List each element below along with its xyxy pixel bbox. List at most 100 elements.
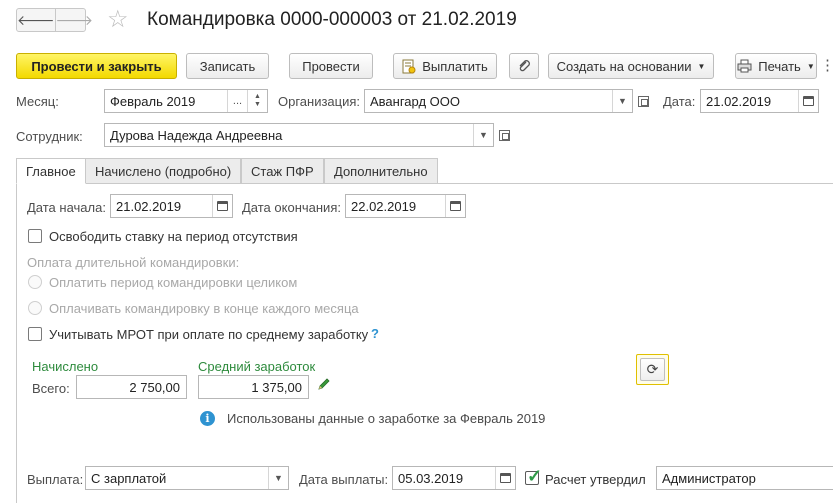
caret-down-icon: ▼	[806, 61, 815, 71]
organization-field[interactable]: Авангард ООО ▼	[364, 89, 633, 113]
payment-dropdown-button[interactable]: ▼	[268, 467, 288, 489]
organization-dropdown-button[interactable]: ▼	[612, 90, 632, 112]
pay-button[interactable]: Выплатить	[393, 53, 497, 79]
open-icon	[498, 129, 510, 141]
chevron-down-icon: ▼	[254, 101, 261, 108]
start-date-label: Дата начала:	[27, 200, 106, 215]
refresh-button-frame: ⟳	[636, 354, 669, 385]
end-date-calendar-button[interactable]	[445, 195, 465, 217]
mrot-checkbox[interactable]	[28, 327, 42, 341]
pay-whole-period-radio[interactable]	[28, 275, 42, 289]
calendar-icon	[500, 473, 511, 483]
organization-value: Авангард ООО	[370, 93, 460, 109]
start-date-calendar-button[interactable]	[212, 195, 232, 217]
tab-main[interactable]: Главное	[16, 158, 86, 184]
date-calendar-button[interactable]	[798, 90, 818, 112]
info-text: Использованы данные о заработке за Февра…	[227, 411, 546, 426]
attach-button[interactable]	[509, 53, 539, 79]
chevron-down-icon: ▼	[618, 96, 627, 106]
payment-date-value: 05.03.2019	[398, 470, 464, 486]
calendar-icon	[803, 96, 814, 106]
arrow-right-icon: 🡒	[55, 11, 94, 28]
start-date-value: 21.02.2019	[116, 198, 182, 214]
employee-field[interactable]: Дурова Надежда Андреевна ▼	[104, 123, 494, 147]
more-menu-icon[interactable]: ⋮	[820, 56, 833, 74]
employee-label: Сотрудник:	[16, 129, 83, 144]
employee-value: Дурова Надежда Андреевна	[110, 127, 283, 143]
create-based-on-label: Создать на основании	[556, 58, 692, 74]
tab-pension-seniority[interactable]: Стаж ПФР	[241, 158, 324, 184]
total-accrued-field[interactable]: 2 750,00	[76, 375, 187, 399]
panel-border	[16, 183, 17, 503]
month-label: Месяц:	[16, 94, 59, 109]
arrow-left-icon: 🡐	[17, 11, 55, 28]
forward-button[interactable]: 🡒	[54, 9, 94, 31]
navigation-buttons: 🡐 🡒	[16, 8, 93, 32]
payment-date-calendar-button[interactable]	[495, 467, 515, 489]
payment-date-field[interactable]: 05.03.2019	[392, 466, 516, 490]
accrued-header: Начислено	[32, 359, 99, 374]
month-stepper[interactable]: ▲ ▼	[247, 90, 267, 112]
pay-monthly-radio[interactable]	[28, 301, 42, 315]
checkmark-icon: ✓	[527, 466, 543, 486]
caret-down-icon: ▼	[697, 61, 706, 71]
post-and-close-button[interactable]: Провести и закрыть	[16, 53, 177, 79]
mrot-label: Учитывать МРОТ при оплате по среднему за…	[49, 327, 369, 342]
pencil-icon[interactable]	[317, 377, 331, 394]
save-button[interactable]: Записать	[186, 53, 269, 79]
pay-whole-period-label: Оплатить период командировки целиком	[49, 275, 298, 290]
average-earnings-header: Средний заработок	[198, 359, 316, 374]
calculation-approved-checkbox[interactable]: ✓	[525, 466, 542, 486]
average-earnings-field[interactable]: 1 375,00	[198, 375, 309, 399]
page-title: Командировка 0000-000003 от 21.02.2019	[147, 9, 517, 30]
payment-field[interactable]: С зарплатой ▼	[85, 466, 289, 490]
release-rate-checkbox[interactable]	[28, 229, 42, 243]
calendar-icon	[450, 201, 461, 211]
calendar-icon	[217, 201, 228, 211]
employee-open-button[interactable]	[494, 123, 514, 147]
pay-monthly-label: Оплачивать командировку в конце каждого …	[49, 301, 359, 316]
refresh-button[interactable]: ⟳	[640, 358, 665, 381]
print-button-label: Печать	[758, 58, 801, 74]
date-value: 21.02.2019	[706, 93, 772, 109]
month-value: Февраль 2019	[110, 93, 196, 109]
payment-value: С зарплатой	[91, 470, 167, 486]
chevron-up-icon: ▲	[254, 93, 261, 100]
create-based-on-button[interactable]: Создать на основании ▼	[548, 53, 714, 79]
tab-additional[interactable]: Дополнительно	[324, 158, 438, 184]
post-button[interactable]: Провести	[289, 53, 373, 79]
end-date-label: Дата окончания:	[242, 200, 341, 215]
chevron-down-icon: ▼	[479, 130, 488, 140]
date-label: Дата:	[663, 94, 696, 109]
approver-field[interactable]: Администратор	[656, 466, 833, 490]
chevron-down-icon: ▼	[274, 473, 283, 483]
help-icon[interactable]: ?	[371, 326, 379, 341]
employee-dropdown-button[interactable]: ▼	[473, 124, 493, 146]
payment-date-label: Дата выплаты:	[299, 472, 389, 487]
end-date-field[interactable]: 22.02.2019	[345, 194, 466, 218]
organization-label: Организация:	[278, 94, 361, 109]
month-select-button[interactable]: ...	[227, 90, 247, 112]
approver-value: Администратор	[662, 470, 756, 486]
star-icon[interactable]: ☆	[107, 6, 129, 34]
paperclip-icon	[519, 60, 530, 72]
info-icon: i	[200, 411, 215, 426]
release-rate-label: Освободить ставку на период отсутствия	[49, 229, 298, 244]
total-label: Всего:	[32, 381, 70, 396]
refresh-icon: ⟳	[646, 361, 659, 377]
end-date-value: 22.02.2019	[351, 198, 417, 214]
calculation-approved-label: Расчет утвердил	[545, 472, 646, 487]
organization-open-button[interactable]	[633, 89, 653, 113]
start-date-field[interactable]: 21.02.2019	[110, 194, 233, 218]
total-accrued-value: 2 750,00	[129, 379, 180, 395]
tab-accrued-detailed[interactable]: Начислено (подробно)	[85, 158, 242, 184]
date-field[interactable]: 21.02.2019	[700, 89, 819, 113]
print-button[interactable]: Печать ▼	[735, 53, 817, 79]
pay-button-label: Выплатить	[422, 58, 488, 74]
long-trip-payment-label: Оплата длительной командировки:	[27, 255, 240, 270]
month-field[interactable]: Февраль 2019 ... ▲ ▼	[104, 89, 268, 113]
payment-label: Выплата:	[27, 472, 84, 487]
back-button[interactable]: 🡐	[17, 9, 55, 31]
document-pay-icon	[402, 59, 416, 73]
open-icon	[637, 95, 649, 107]
